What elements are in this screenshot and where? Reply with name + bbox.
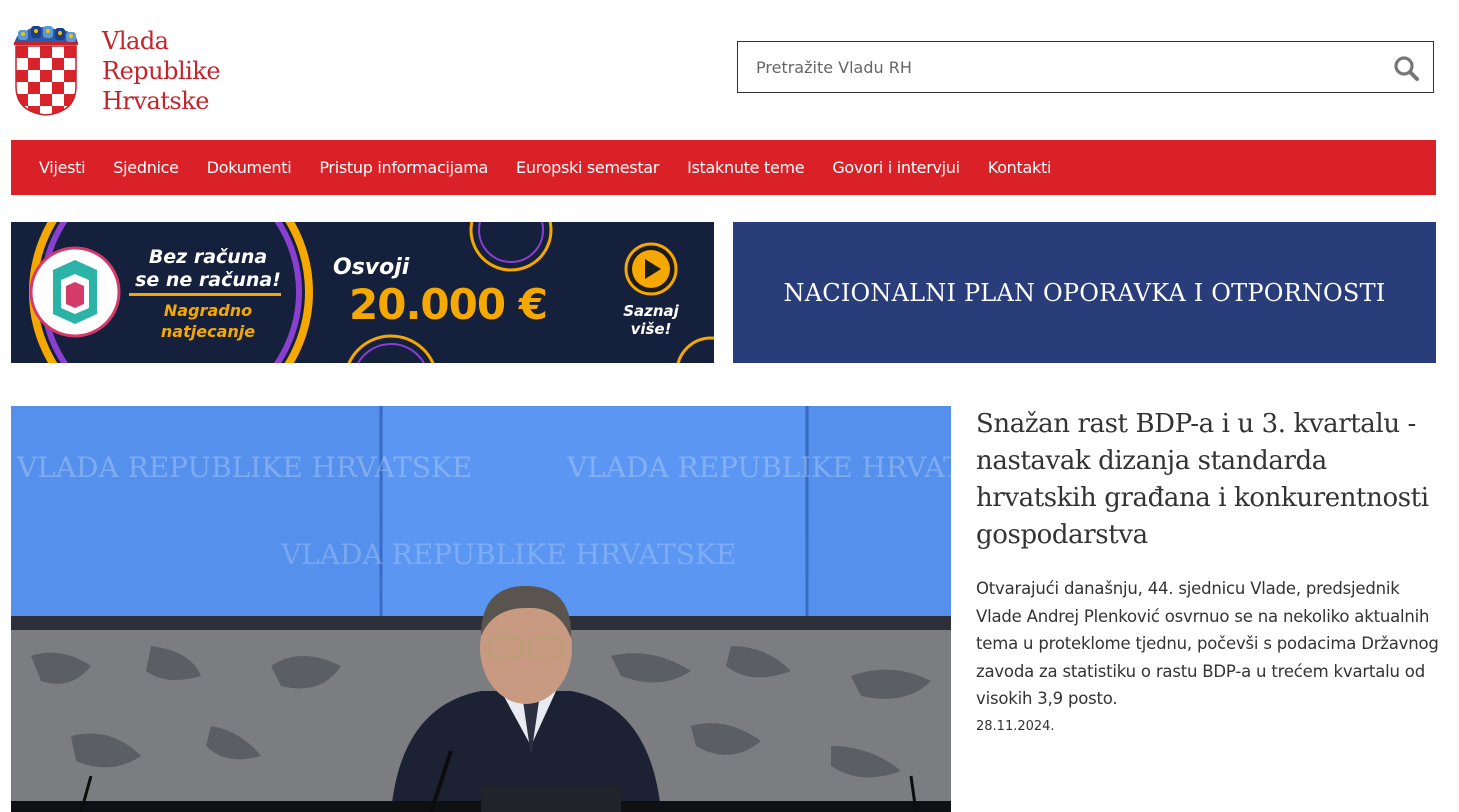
featured-article-photo[interactable]: VLADA REPUBLIKE HRVATSKE VLADA REPUBLIKE… <box>11 406 951 812</box>
logo-text: Vlada Republike Hrvatske <box>102 26 221 116</box>
photo-screen-text-2: VLADA REPUBLIKE HRVATSKE <box>567 451 951 484</box>
nav-item-kontakti[interactable]: Kontakti <box>988 158 1052 177</box>
promo-line: se ne računa! <box>135 269 281 291</box>
promo-headline: Bez računa se ne računa! <box>123 246 293 292</box>
promo-subtitle: Nagradno natjecanje <box>123 300 293 342</box>
photo-screen-text-line: VLADA REPUBLIKE HRVATSKE <box>17 451 473 484</box>
promo-cta-line: Saznaj <box>623 302 679 320</box>
featured-article-date: 28.11.2024. <box>976 719 1055 734</box>
nav-item-vijesti[interactable]: Vijesti <box>39 158 86 177</box>
promo-line: Bez računa <box>148 246 268 268</box>
promo-sub-line: Nagradno <box>163 301 253 320</box>
npoo-banner[interactable]: NACIONALNI PLAN OPORAVKA I OTPORNOSTI <box>733 222 1436 363</box>
photo-screen-text-line: VLADA REPUBLIKE HRVATSKE <box>281 538 737 571</box>
promo-cta[interactable]: Saznaj više! <box>611 302 691 338</box>
nav-item-istaknute-teme[interactable]: Istaknute teme <box>687 158 805 177</box>
promo-cta-line: više! <box>630 320 672 338</box>
logo-line: Hrvatske <box>102 87 209 115</box>
site-logo[interactable]: Vlada Republike Hrvatske <box>12 24 252 119</box>
nav-item-govori-i-intervjui[interactable]: Govori i intervjui <box>832 158 960 177</box>
search-input[interactable] <box>756 42 1376 92</box>
search-icon[interactable] <box>1393 55 1419 81</box>
logo-line: Vlada <box>102 27 169 55</box>
featured-article-summary: Otvarajući današnju, 44. sjednicu Vlade,… <box>976 579 1439 708</box>
search-box <box>737 41 1434 93</box>
promo-sub-line: natjecanje <box>160 322 256 341</box>
logo-line: Republike <box>102 57 221 85</box>
photo-screen-text-3: VLADA REPUBLIKE HRVATSKE <box>281 538 951 571</box>
coat-of-arms-icon <box>14 26 78 116</box>
promo-prize-label: Osvoji <box>333 255 410 280</box>
promo-prize-amount: 20.000 € <box>349 280 548 329</box>
photo-screen-text-line: VLADA REPUBLIKE HRVATSKE <box>567 451 951 484</box>
main-navigation: Vijesti Sjednice Dokumenti Pristup infor… <box>11 140 1436 195</box>
photo-screen-text: VLADA REPUBLIKE HRVATSKE <box>17 451 557 484</box>
npoo-banner-label: NACIONALNI PLAN OPORAVKA I OTPORNOSTI <box>783 278 1386 307</box>
featured-article-headline[interactable]: Snažan rast BDP-a i u 3. kvartalu - nast… <box>976 406 1446 554</box>
promo-banner[interactable]: Bez računa se ne računa! Nagradno natjec… <box>11 222 714 363</box>
nav-item-europski-semestar[interactable]: Europski semestar <box>516 158 659 177</box>
nav-item-pristup-informacijama[interactable]: Pristup informacijama <box>319 158 488 177</box>
nav-item-dokumenti[interactable]: Dokumenti <box>207 158 292 177</box>
nav-item-sjednice[interactable]: Sjednice <box>113 158 179 177</box>
